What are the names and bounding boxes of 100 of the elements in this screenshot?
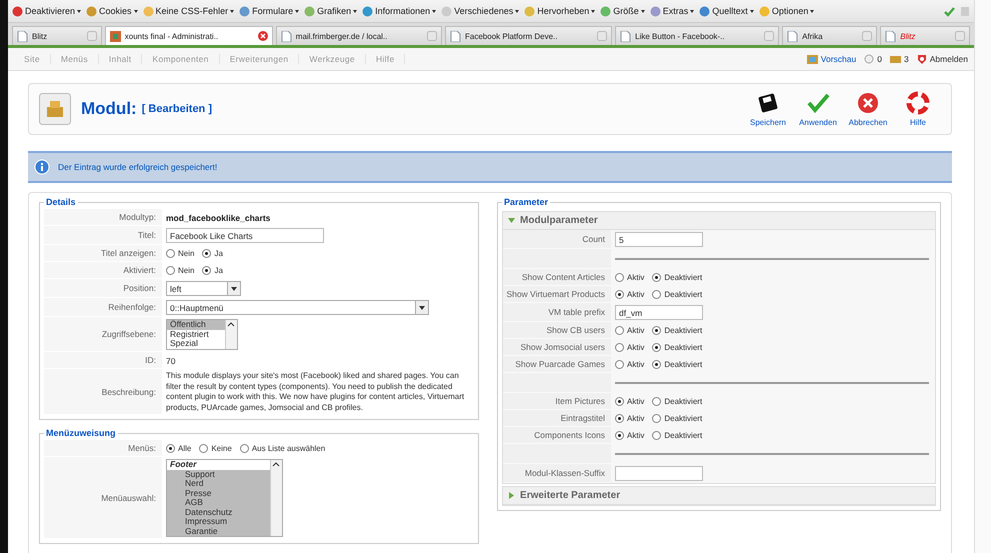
circle-icon	[699, 6, 710, 16]
radio-label: Deaktiviert	[664, 326, 702, 335]
radio-label: Deaktiviert	[664, 397, 702, 406]
field-label: Item Pictures	[503, 393, 612, 410]
browser-tab[interactable]: Afrika	[782, 26, 878, 45]
panel-header[interactable]: Modulparameter	[503, 212, 935, 230]
list-option[interactable]: Support	[167, 470, 270, 479]
monitor-icon	[806, 54, 818, 64]
toolbar-item[interactable]: Cookies	[99, 6, 132, 16]
page-icon	[960, 6, 970, 16]
toolbar-item[interactable]: Hervorheben	[537, 6, 590, 16]
caret-icon	[295, 10, 300, 12]
select-field[interactable]: 0::Hauptmenü	[166, 300, 429, 315]
field-label: Beschreibung:	[44, 369, 162, 415]
field-value: mod_facebooklike_charts	[166, 212, 270, 222]
field-label: Titel anzeigen:	[44, 245, 162, 262]
radio-button[interactable]	[615, 414, 624, 423]
browser-tab[interactable]: mail.frimberger.de / local..	[276, 26, 442, 45]
info-icon	[34, 159, 50, 175]
toolbar-button[interactable]: Abbrechen	[845, 89, 891, 129]
field-label: ID:	[44, 352, 162, 369]
field-label: Position:	[44, 279, 162, 298]
browser-tab[interactable]: Like Button - Facebook-..	[615, 26, 780, 45]
radio-button[interactable]	[166, 266, 175, 275]
browser-tab[interactable]: Blitz	[12, 26, 102, 45]
radio-button[interactable]	[652, 414, 662, 423]
text-field[interactable]	[615, 466, 704, 481]
lifebuoy-icon	[906, 91, 930, 115]
list-option[interactable]: Registriert	[167, 330, 225, 339]
close-icon	[955, 31, 966, 41]
list-option[interactable]: Nerd	[167, 479, 270, 488]
text-field[interactable]: Facebook Like Charts	[166, 228, 324, 243]
field-label: Show Content Articles	[503, 269, 612, 286]
radio-label: Ja	[214, 249, 223, 258]
radio-button[interactable]	[615, 290, 624, 299]
radio-button[interactable]	[652, 397, 662, 406]
close-icon	[258, 31, 268, 41]
radio-button[interactable]	[199, 444, 208, 453]
toolbar-item[interactable]: Extras	[662, 6, 688, 16]
radio-button[interactable]	[615, 431, 624, 440]
circle-icon	[239, 6, 250, 16]
module-icon	[39, 93, 71, 125]
browser-tab[interactable]: Facebook Platform Deve..	[445, 26, 612, 45]
logout-link[interactable]: Abmelden	[930, 54, 968, 64]
toolbar-item[interactable]: Informationen	[375, 6, 430, 16]
module-description: This module displays your site's most (Facebook) liked and shared pages. You can filter the result by content types (components). You need to publish the dedicated content plugin to work with this. We now have plugins for content articles, Virtuemart products, PUArcade games, Jomsocial and CB profiles.	[166, 371, 466, 413]
radio-button[interactable]	[652, 343, 662, 352]
text-field[interactable]: df_vm	[615, 305, 704, 320]
preview-link[interactable]: Vorschau	[820, 54, 856, 64]
toolbar-button[interactable]: Anwenden	[795, 89, 841, 129]
list-option[interactable]: Öffentlich	[167, 320, 225, 330]
radio-button[interactable]	[652, 326, 662, 335]
toolbar-button[interactable]: Hilfe	[895, 89, 941, 129]
field-label: Titel:	[44, 226, 162, 245]
radio-button[interactable]	[652, 360, 662, 369]
radio-label: Aktiv	[627, 397, 644, 406]
toolbar-item[interactable]: Größe	[613, 6, 639, 16]
list-option[interactable]: Footer	[167, 460, 270, 470]
list-option[interactable]: Spezial	[167, 339, 225, 348]
text-field[interactable]: 5	[615, 232, 704, 247]
toolbar-item[interactable]: Keine CSS-Fehler	[156, 6, 228, 16]
section-legend: Menüzuweisung	[44, 428, 118, 438]
field-value: 70	[166, 356, 176, 366]
toolbar-item[interactable]: Deaktivieren	[25, 6, 76, 16]
radio-label: Aktiv	[627, 431, 644, 440]
radio-button[interactable]	[652, 431, 662, 440]
radio-button[interactable]	[202, 249, 212, 258]
browser-tab[interactable]: Blitz	[880, 26, 970, 45]
radio-button[interactable]	[652, 273, 662, 282]
list-option[interactable]: AGB	[167, 498, 270, 508]
list-box[interactable]: Footer Support Nerd Presse AGB Datenschutz Impressum Garantie	[166, 459, 283, 537]
browser-tab[interactable]: xounts final - Administrati..	[104, 26, 273, 45]
list-box[interactable]: Öffentlich Registriert Spezial	[166, 319, 238, 350]
panel-header[interactable]: Erweiterte Parameter	[503, 487, 935, 505]
circle-icon	[600, 6, 612, 16]
circle-icon	[758, 6, 770, 16]
cancel-icon	[856, 91, 880, 115]
page-icon	[280, 30, 292, 42]
select-field[interactable]: left	[166, 281, 241, 296]
toolbar-item[interactable]: Quelltext	[712, 6, 748, 16]
toolbar-item[interactable]: Optionen	[772, 6, 808, 16]
radio-button[interactable]	[615, 360, 624, 369]
toolbar-item[interactable]: Grafiken	[317, 6, 352, 16]
radio-button[interactable]	[202, 266, 212, 275]
radio-label: Deaktiviert	[664, 414, 702, 423]
radio-button[interactable]	[615, 273, 624, 282]
list-option[interactable]: Impressum	[167, 517, 270, 526]
field-label: Modul-Klassen-Suffix	[503, 464, 612, 483]
toolbar-button[interactable]: Speichern	[745, 89, 791, 129]
radio-button[interactable]	[615, 397, 624, 406]
scrollbar[interactable]	[974, 0, 991, 553]
toolbar-item[interactable]: Formulare	[252, 6, 294, 16]
radio-button[interactable]	[166, 444, 175, 453]
radio-button[interactable]	[615, 343, 624, 352]
radio-button[interactable]	[240, 444, 249, 453]
radio-button[interactable]	[652, 290, 662, 299]
field-label: Show Puarcade Games	[503, 356, 612, 373]
radio-button[interactable]	[166, 249, 175, 258]
toolbar-item[interactable]: Verschiedenes	[454, 6, 514, 16]
radio-button[interactable]	[615, 326, 624, 335]
